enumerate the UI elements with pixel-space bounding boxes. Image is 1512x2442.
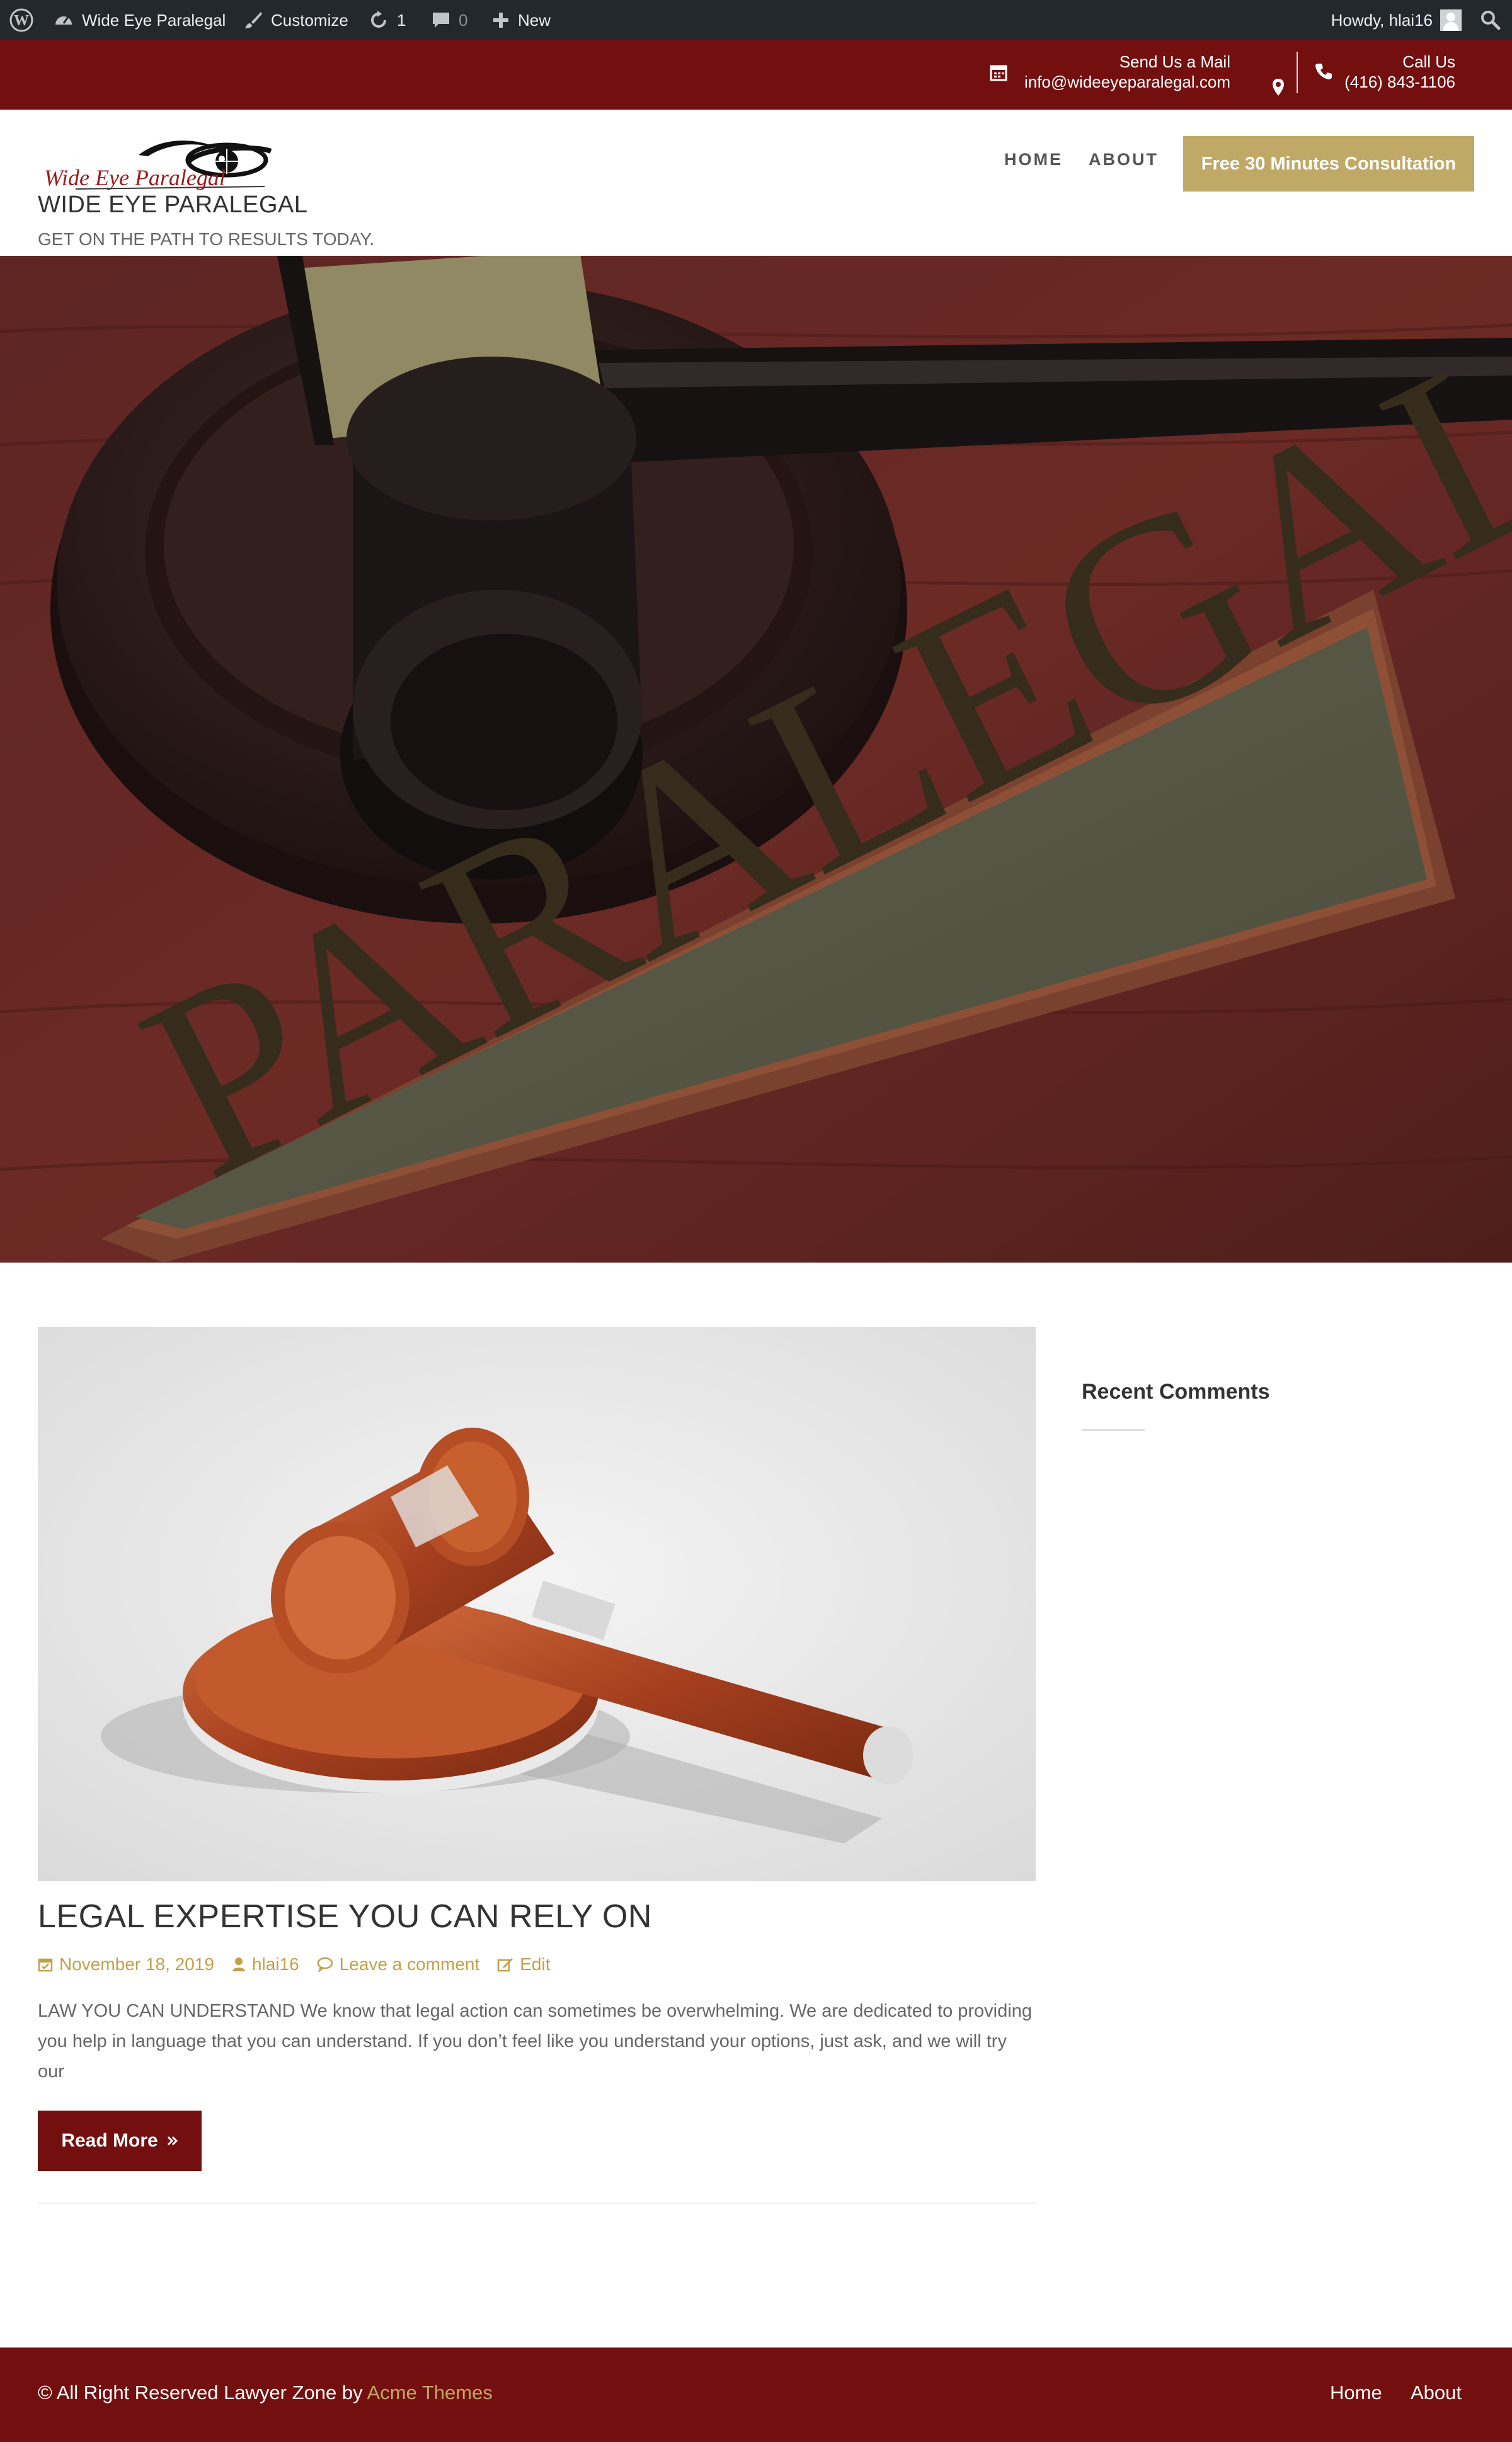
- post-edit-text: Edit: [520, 1954, 551, 1974]
- site-header: Wide Eye Paralegal WIDE EYE PARALEGAL GE…: [0, 110, 1512, 256]
- wordpress-logo-icon[interactable]: W: [9, 0, 34, 40]
- footer-nav-about[interactable]: About: [1411, 2382, 1462, 2404]
- plus-icon: [493, 13, 508, 28]
- admin-site-name: Wide Eye Paralegal: [82, 10, 226, 30]
- user-icon: [232, 1958, 245, 1971]
- mail-label: Send Us a Mail: [1119, 52, 1230, 71]
- post-comments-link[interactable]: Leave a comment: [317, 1954, 480, 1975]
- logo-wordmark: Wide Eye Paralegal: [44, 165, 226, 190]
- widget-title-underline: [1082, 1429, 1145, 1431]
- site-tagline: GET ON THE PATH TO RESULTS TODAY.: [38, 229, 375, 249]
- post-author[interactable]: hlai16: [232, 1954, 299, 1975]
- admin-updates-count: 1: [397, 10, 406, 30]
- post-author-text: hlai16: [251, 1954, 299, 1974]
- admin-comments-count: 0: [459, 10, 468, 30]
- mail-value[interactable]: info@wideeyeparalegal.com: [1024, 72, 1230, 92]
- nav-about[interactable]: ABOUT: [1089, 150, 1159, 169]
- mail-contact[interactable]: Send Us a Mail info@wideeyeparalegal.com: [1024, 52, 1230, 92]
- footer-nav-home[interactable]: Home: [1330, 2382, 1382, 2404]
- calendar-icon: [38, 1958, 53, 1972]
- phone-label: Call Us: [1402, 52, 1455, 71]
- copyright-text: © All Right Reserved Lawyer Zone by: [38, 2382, 367, 2404]
- comment-icon: [433, 13, 449, 28]
- calendar-icon: [990, 65, 1007, 81]
- free-consultation-button[interactable]: Free 30 Minutes Consultation: [1183, 136, 1474, 192]
- copyright: © All Right Reserved Lawyer Zone by Acme…: [38, 2382, 493, 2404]
- post-title[interactable]: LEGAL EXPERTISE YOU CAN RELY ON: [38, 1898, 652, 1935]
- post-date-text: November 18, 2019: [59, 1954, 214, 1974]
- admin-greeting: Howdy, hlai16: [1331, 10, 1433, 30]
- admin-site-link[interactable]: Wide Eye Paralegal: [53, 0, 226, 40]
- admin-new-link[interactable]: New: [491, 0, 551, 40]
- post-comments-text: Leave a comment: [339, 1954, 480, 1974]
- admin-comments-link[interactable]: 0: [431, 0, 467, 40]
- site-logo[interactable]: Wide Eye Paralegal: [38, 136, 277, 194]
- avatar: [1440, 9, 1462, 31]
- admin-account-menu[interactable]: Howdy, hlai16: [1331, 0, 1462, 40]
- read-more-button[interactable]: Read More: [38, 2111, 202, 2171]
- site-footer: © All Right Reserved Lawyer Zone by Acme…: [0, 2347, 1512, 2442]
- post-meta: November 18, 2019 hlai16 Leave a comment…: [38, 1954, 551, 1975]
- post-thumbnail[interactable]: [38, 1327, 1036, 1881]
- svg-text:W: W: [14, 13, 29, 29]
- recent-comments-title: Recent Comments: [1082, 1380, 1270, 1404]
- edit-icon: [498, 1958, 513, 1972]
- phone-value[interactable]: (416) 843-1106: [1344, 72, 1455, 92]
- dashboard-icon: [55, 16, 72, 25]
- post-divider: [38, 2203, 1036, 2204]
- comment-icon: [317, 1957, 333, 1972]
- admin-bar: W Wide Eye Paralegal Customize 1 0 New H…: [0, 0, 1512, 40]
- admin-new-label: New: [518, 10, 551, 30]
- double-chevron-right-icon: [167, 2136, 178, 2146]
- post-date[interactable]: November 18, 2019: [38, 1954, 214, 1975]
- topbar-divider: [1297, 52, 1298, 93]
- paintbrush-icon: [245, 12, 262, 28]
- nav-home[interactable]: HOME: [1004, 150, 1063, 169]
- hero-image: PARALEGAL: [0, 256, 1512, 1263]
- read-more-label: Read More: [61, 2130, 158, 2151]
- site-title[interactable]: WIDE EYE PARALEGAL: [38, 192, 308, 219]
- eye-logo-icon: Wide Eye Paralegal: [44, 140, 272, 190]
- post-edit-link[interactable]: Edit: [497, 1954, 551, 1975]
- admin-customize-link[interactable]: Customize: [243, 0, 348, 40]
- updates-icon: [371, 11, 386, 28]
- admin-customize-label: Customize: [271, 10, 348, 30]
- admin-updates-link[interactable]: 1: [368, 0, 406, 40]
- phone-contact[interactable]: Call Us (416) 843-1106: [1344, 52, 1455, 92]
- top-contact-bar: Send Us a Mail info@wideeyeparalegal.com…: [0, 40, 1512, 110]
- admin-search-icon[interactable]: [1479, 0, 1502, 40]
- acme-themes-link[interactable]: Acme Themes: [367, 2382, 493, 2404]
- post-excerpt: LAW YOU CAN UNDERSTAND We know that lega…: [38, 2001, 1032, 2082]
- phone-icon: [1315, 64, 1332, 79]
- map-marker-icon: [1273, 79, 1284, 96]
